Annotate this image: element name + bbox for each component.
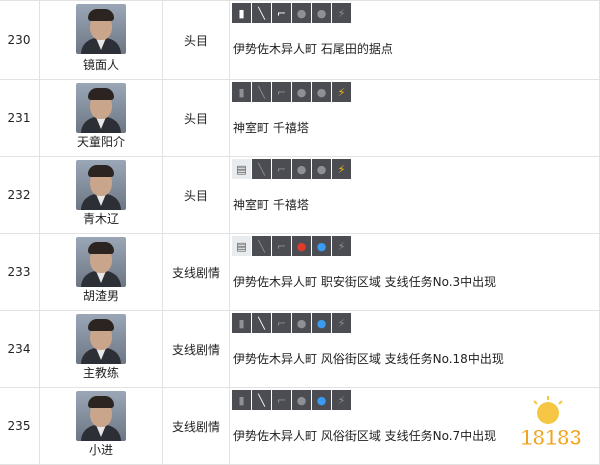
stamp-icon: ▮ [232,82,251,102]
card-icon: ▤ [232,159,251,179]
location-text: 伊势佐木异人町 风俗街区域 支线任务No.18中出现 [233,352,504,366]
enemy-type: 头目 [162,157,229,233]
fire-icon: ● [292,313,311,333]
knife-icon: ╲ [252,3,271,23]
lightning-icon: ⚡ [332,82,351,102]
knife-icon: ╲ [252,82,271,102]
portrait-cell: 青木辽 [39,157,162,233]
stamp-icon: ▮ [232,390,251,410]
avatar [76,4,126,54]
location-text: 伊势佐木异人町 石尾田的据点 [233,42,393,56]
fire-icon: ● [292,82,311,102]
info-cell: ▤ ╲ ⌐ ● ● ⚡ 神室町 千禧塔 [229,157,600,233]
enemy-name: 胡渣男 [82,289,119,303]
row-id: 231 [7,111,31,125]
knife-icon: ╲ [252,313,271,333]
portrait-cell: 小进 [39,388,162,464]
row-id: 235 [7,419,31,433]
water-icon: ● [312,390,331,410]
gun-icon: ⌐ [272,3,291,23]
table-row: 230 镜面人 头目 ▮ ╲ ⌐ ● ● ⚡ 伊势佐木异人町 石尾田的据点 [0,1,600,80]
enemy-name: 天童阳介 [76,135,125,149]
row-id: 233 [7,265,31,279]
fire-icon: ● [292,3,311,23]
lightning-icon: ⚡ [332,313,351,333]
gun-icon: ⌐ [272,82,291,102]
gun-icon: ⌐ [272,159,291,179]
logo-text: 18183 [520,425,581,450]
site-logo: 18183 [520,396,582,451]
avatar [76,83,126,133]
knife-icon: ╲ [252,236,271,256]
portrait-cell: 镜面人 [39,1,162,79]
stamp-icon: ▮ [232,313,251,333]
info-cell: ▮ ╲ ⌐ ● ● ⚡ 神室町 千禧塔 [229,80,600,156]
row-id: 230 [7,33,31,47]
enemy-type: 头目 [162,1,229,79]
fire-icon: ● [292,236,311,256]
enemy-name: 主教练 [82,366,119,380]
location-text: 神室町 千禧塔 [233,198,309,212]
row-id: 232 [7,188,31,202]
weakness-icons: ▮ ╲ ⌐ ● ● ⚡ [232,313,351,333]
weakness-icons: ▤ ╲ ⌐ ● ● ⚡ [232,159,351,179]
sun-icon [537,402,559,424]
weakness-icons: ▮ ╲ ⌐ ● ● ⚡ [232,390,351,410]
lightning-icon: ⚡ [332,159,351,179]
fire-icon: ● [292,390,311,410]
gun-icon: ⌐ [272,236,291,256]
enemy-type: 头目 [162,80,229,156]
enemy-type: 支线剧情 [162,388,229,464]
table-row: 232 青木辽 头目 ▤ ╲ ⌐ ● ● ⚡ 神室町 千禧塔 [0,157,600,234]
avatar [76,237,126,287]
enemy-type: 支线剧情 [162,234,229,310]
lightning-icon: ⚡ [332,236,351,256]
location-text: 神室町 千禧塔 [233,121,309,135]
row-id: 234 [7,342,31,356]
gun-icon: ⌐ [272,390,291,410]
table-row: 233 胡渣男 支线剧情 ▤ ╲ ⌐ ● ● ⚡ 伊势佐木异人町 职安街区域 支… [0,234,600,311]
lightning-icon: ⚡ [332,3,351,23]
card-icon: ▤ [232,236,251,256]
portrait-cell: 主教练 [39,311,162,387]
water-icon: ● [312,313,331,333]
avatar [76,160,126,210]
table-row: 231 天童阳介 头目 ▮ ╲ ⌐ ● ● ⚡ 神室町 千禧塔 [0,80,600,157]
knife-icon: ╲ [252,159,271,179]
enemy-name: 镜面人 [82,58,119,72]
water-icon: ● [312,3,331,23]
enemy-name: 小进 [88,443,113,457]
weakness-icons: ▮ ╲ ⌐ ● ● ⚡ [232,3,351,23]
weakness-icons: ▤ ╲ ⌐ ● ● ⚡ [232,236,351,256]
weakness-icons: ▮ ╲ ⌐ ● ● ⚡ [232,82,351,102]
portrait-cell: 天童阳介 [39,80,162,156]
portrait-cell: 胡渣男 [39,234,162,310]
enemy-type: 支线剧情 [162,311,229,387]
info-cell: ▮ ╲ ⌐ ● ● ⚡ 伊势佐木异人町 风俗街区域 支线任务No.18中出现 [229,311,600,387]
info-cell: ▤ ╲ ⌐ ● ● ⚡ 伊势佐木异人町 职安街区域 支线任务No.3中出现 [229,234,600,310]
location-text: 伊势佐木异人町 职安街区域 支线任务No.3中出现 [233,275,497,289]
water-icon: ● [312,236,331,256]
gun-icon: ⌐ [272,313,291,333]
water-icon: ● [312,82,331,102]
water-icon: ● [312,159,331,179]
lightning-icon: ⚡ [332,390,351,410]
enemy-name: 青木辽 [82,212,119,226]
fire-icon: ● [292,159,311,179]
location-text: 伊势佐木异人町 风俗街区域 支线任务No.7中出现 [233,429,497,443]
stamp-icon: ▮ [232,3,251,23]
table-row: 234 主教练 支线剧情 ▮ ╲ ⌐ ● ● ⚡ 伊势佐木异人町 风俗街区域 支… [0,311,600,388]
avatar [76,391,126,441]
knife-icon: ╲ [252,390,271,410]
info-cell: ▮ ╲ ⌐ ● ● ⚡ 伊势佐木异人町 石尾田的据点 [229,1,600,79]
avatar [76,314,126,364]
